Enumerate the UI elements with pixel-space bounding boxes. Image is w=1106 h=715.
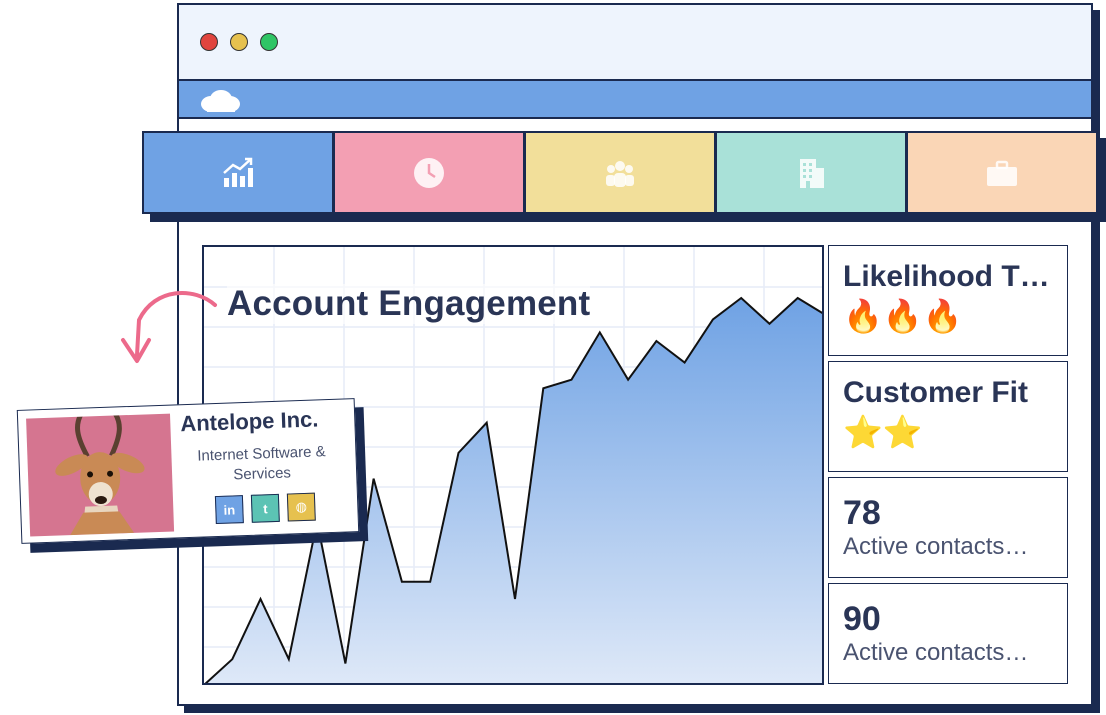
likelihood-card[interactable]: Likelihood T… 🔥🔥🔥 xyxy=(828,245,1068,356)
minimize-window-button[interactable] xyxy=(230,33,248,51)
company-industry: Internet Software & Services xyxy=(196,443,326,484)
tab-contacts[interactable] xyxy=(524,131,716,214)
company-card[interactable]: Antelope Inc. Internet Software & Servic… xyxy=(16,398,360,544)
tab-companies[interactable] xyxy=(715,131,907,214)
cloud-logo-icon xyxy=(201,90,240,112)
building-icon xyxy=(800,158,824,188)
customer-fit-card[interactable]: Customer Fit ⭐⭐ xyxy=(828,361,1068,472)
company-name: Antelope Inc. xyxy=(179,406,319,437)
active-contacts-label: Active contacts… xyxy=(843,639,1029,666)
active-contacts-card-1[interactable]: 78 Active contacts… xyxy=(828,477,1068,578)
curved-arrow-icon xyxy=(121,291,217,363)
maximize-window-button[interactable] xyxy=(260,33,278,51)
nav-bar xyxy=(179,81,1091,119)
antelope-image xyxy=(55,413,145,536)
tab-analytics[interactable] xyxy=(142,131,334,214)
company-avatar xyxy=(26,413,175,537)
people-icon xyxy=(606,160,634,187)
active-contacts-label: Active contacts… xyxy=(843,533,1029,560)
twitter-icon[interactable]: t xyxy=(250,493,280,523)
active-contacts-count: 90 xyxy=(843,600,881,638)
briefcase-icon xyxy=(987,160,1017,186)
tab-history[interactable] xyxy=(333,131,525,214)
title-bar xyxy=(179,5,1091,81)
customer-fit-title: Customer Fit xyxy=(843,376,1029,409)
chart-growth-icon xyxy=(223,157,253,187)
star-rating-icons: ⭐⭐ xyxy=(843,414,923,450)
chart-title: Account Engagement xyxy=(227,284,591,324)
active-contacts-count: 78 xyxy=(843,494,881,532)
linkedin-icon[interactable]: in xyxy=(214,495,244,525)
active-contacts-card-2[interactable]: 90 Active contacts… xyxy=(828,583,1068,684)
globe-icon[interactable]: ◍ xyxy=(286,492,316,522)
likelihood-title: Likelihood T… xyxy=(843,260,1050,293)
clock-icon xyxy=(414,157,444,188)
fire-rating-icons: 🔥🔥🔥 xyxy=(843,298,963,334)
close-window-button[interactable] xyxy=(200,33,218,51)
tab-deals[interactable] xyxy=(906,131,1098,214)
